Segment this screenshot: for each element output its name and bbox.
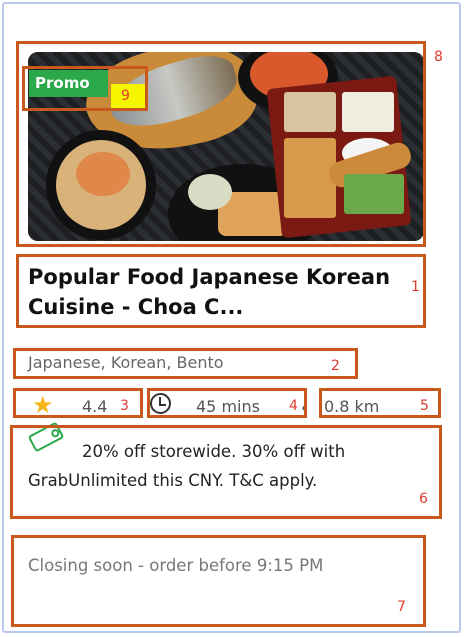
annotation-number-2: 2 (331, 358, 340, 374)
annotation-number-4: 4 (289, 398, 298, 414)
annotation-number-6: 6 (419, 491, 428, 507)
annotation-number-8: 8 (434, 49, 443, 65)
annotation-box-9 (22, 66, 148, 111)
annotation-box-7 (11, 535, 426, 627)
annotation-box-6 (10, 425, 442, 519)
annotation-number-7: 7 (397, 599, 406, 615)
annotation-box-4 (147, 388, 307, 418)
annotation-number-3: 3 (120, 398, 129, 414)
annotation-box-2 (13, 348, 358, 379)
annotation-number-5: 5 (420, 398, 429, 414)
annotation-number-1: 1 (411, 279, 420, 295)
annotation-box-1 (16, 254, 426, 328)
